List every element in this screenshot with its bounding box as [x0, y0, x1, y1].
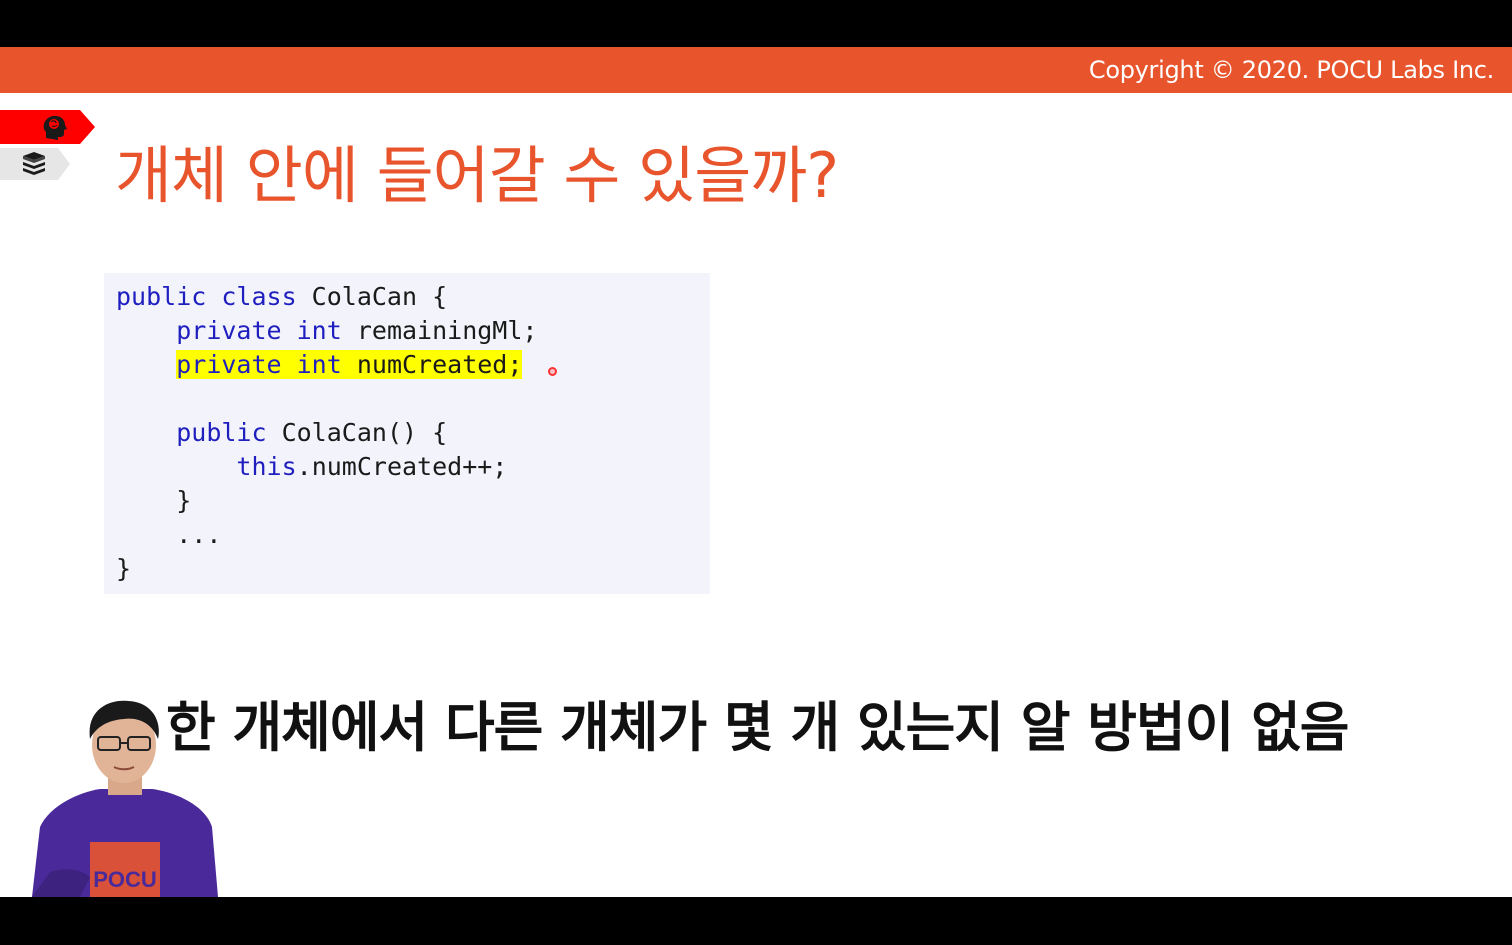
code-line: }	[176, 486, 192, 515]
letterbox-bottom	[0, 897, 1512, 945]
brain-icon	[43, 115, 67, 140]
code-line: this.numCreated++;	[236, 452, 508, 481]
laser-pointer-dot	[548, 367, 557, 376]
slide-title: 개체 안에 들어갈 수 있을까?	[115, 139, 839, 212]
code-line-highlighted: private int numCreated;	[176, 350, 523, 379]
copyright-text: Copyright © 2020. POCU Labs Inc.	[1088, 56, 1494, 84]
code-line: public ColaCan() {	[176, 418, 448, 447]
letterbox-top	[0, 0, 1512, 47]
code-line: ...	[176, 520, 222, 549]
code-block: public class ColaCan { private int remai…	[104, 273, 710, 594]
header-bar: Copyright © 2020. POCU Labs Inc.	[0, 47, 1512, 93]
shirt-logo-text: POCU	[93, 867, 157, 892]
book-stack-icon	[23, 152, 45, 175]
code-line: private int remainingMl;	[176, 316, 538, 345]
slide: Copyright © 2020. POCU Labs Inc. 개체 안에 들…	[0, 47, 1512, 897]
code-line: }	[116, 554, 132, 583]
caption-subtitle: 한 개체에서 다른 개체가 몇 개 있는지 알 방법이 없음	[166, 696, 1349, 759]
code-line: public class ColaCan {	[116, 282, 448, 311]
